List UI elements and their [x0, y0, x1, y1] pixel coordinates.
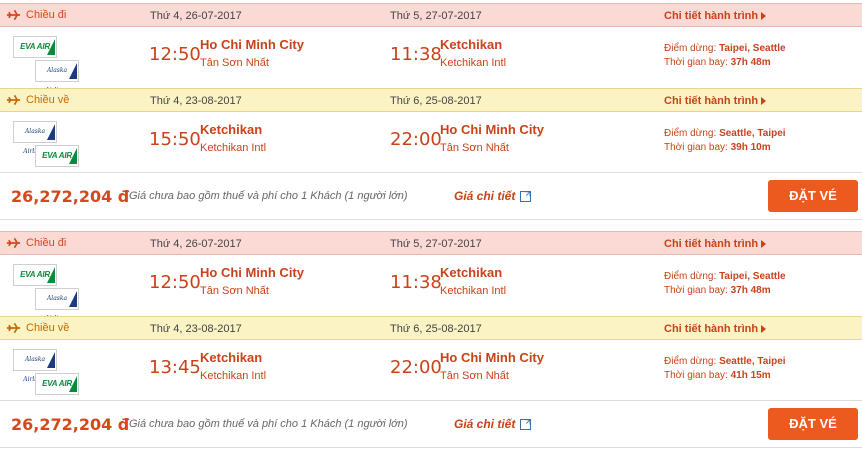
alaska-airlines-logo: Alaska Airlines [35, 288, 79, 322]
arrival-time: 22:00 [390, 357, 442, 378]
caret-right-icon [761, 325, 767, 333]
caret-right-icon [761, 240, 767, 248]
price-row: 26,272,204 đ Giá chưa bao gồm thuế và ph… [0, 400, 862, 448]
arrival-city: Ho Chi Minh City [440, 350, 544, 365]
outbound-leg: EVA AIR Alaska Airlines 12:50 Ho Chi Min… [0, 27, 862, 94]
airline-logos: EVA AIR Alaska Airlines [13, 36, 79, 94]
price-note: Giá chưa bao gồm thuế và phí cho 1 Khách… [129, 418, 408, 430]
arrival-airport: Ketchikan Intl [440, 57, 507, 69]
itinerary-detail-label: Chi tiết hành trình [664, 323, 759, 335]
itinerary-detail-label: Chi tiết hành trình [664, 95, 759, 107]
departure-time: 13:45 [149, 357, 201, 378]
arrival-date: Thứ 5, 27-07-2017 [390, 238, 482, 250]
total-price: 26,272,204 đ [11, 187, 130, 206]
price-detail-link[interactable]: Giá chi tiết [454, 189, 532, 203]
caret-right-icon [761, 12, 767, 20]
stops-info: Điểm dừng: Taipei, Seattle [664, 43, 786, 54]
departure-date: Thứ 4, 26-07-2017 [150, 238, 242, 250]
departure-city: Ketchikan [200, 350, 263, 365]
arrival-airport: Ketchikan Intl [440, 285, 507, 297]
outbound-header: Chiều đi Thứ 4, 26-07-2017 Thứ 5, 27-07-… [0, 3, 862, 27]
airline-logos: Alaska Airlines EVA AIR [13, 349, 79, 395]
plane-icon [6, 237, 21, 249]
price-note: Giá chưa bao gồm thuế và phí cho 1 Khách… [129, 190, 408, 202]
departure-airport: Ketchikan Intl [200, 142, 267, 154]
itinerary-detail-link[interactable]: Chi tiết hành trình [664, 323, 767, 335]
arrival-airport: Tân Sơn Nhất [440, 142, 509, 154]
itinerary-detail-link[interactable]: Chi tiết hành trình [664, 10, 767, 22]
stops-info: Điểm dừng: Seattle, Taipei [664, 356, 786, 367]
book-button[interactable]: ĐẶT VÉ [768, 180, 858, 212]
departure-city: Ketchikan [200, 122, 263, 137]
flight-duration: Thời gian bay: 37h 48m [664, 285, 771, 296]
arrival-airport: Tân Sơn Nhất [440, 370, 509, 382]
flight-duration: Thời gian bay: 37h 48m [664, 57, 771, 68]
departure-airport: Tân Sơn Nhất [200, 285, 269, 297]
itinerary-detail-label: Chi tiết hành trình [664, 10, 759, 22]
flight-duration: Thời gian bay: 39h 10m [664, 142, 771, 153]
price-detail-label: Giá chi tiết [454, 417, 516, 431]
itinerary-detail-label: Chi tiết hành trình [664, 238, 759, 250]
price-detail-link[interactable]: Giá chi tiết [454, 417, 532, 431]
eva-air-logo: EVA AIR [13, 36, 57, 58]
book-button[interactable]: ĐẶT VÉ [768, 408, 858, 440]
inbound-tag: Chiều về [6, 94, 69, 106]
departure-time: 12:50 [149, 44, 201, 65]
plane-icon [6, 94, 21, 106]
total-price: 26,272,204 đ [11, 415, 130, 434]
airline-logos: EVA AIR Alaska Airlines [13, 264, 79, 322]
departure-city: Ho Chi Minh City [200, 265, 304, 280]
arrival-city: Ketchikan [440, 37, 503, 52]
inbound-leg: Alaska Airlines EVA AIR 13:45 Ketchikan … [0, 340, 862, 402]
alaska-airlines-logo: Alaska Airlines [13, 349, 57, 383]
plane-icon [6, 322, 21, 334]
arrival-city: Ho Chi Minh City [440, 122, 544, 137]
price-detail-label: Giá chi tiết [454, 189, 516, 203]
arrival-time: 22:00 [390, 129, 442, 150]
alaska-airlines-logo: Alaska Airlines [13, 121, 57, 155]
caret-right-icon [761, 97, 767, 105]
inbound-leg: Alaska Airlines EVA AIR 15:50 Ketchikan … [0, 112, 862, 174]
stops-info: Điểm dừng: Seattle, Taipei [664, 128, 786, 139]
alaska-airlines-logo: Alaska Airlines [35, 60, 79, 94]
departure-time: 12:50 [149, 272, 201, 293]
eva-air-logo: EVA AIR [13, 264, 57, 286]
departure-time: 15:50 [149, 129, 201, 150]
flight-duration: Thời gian bay: 41h 15m [664, 370, 771, 381]
outbound-label: Chiều đi [26, 9, 67, 21]
departure-airport: Ketchikan Intl [200, 370, 267, 382]
outbound-tag: Chiều đi [6, 237, 66, 249]
price-row: 26,272,204 đ Giá chưa bao gồm thuế và ph… [0, 172, 862, 220]
arrival-time: 11:38 [390, 272, 442, 293]
itinerary-detail-link[interactable]: Chi tiết hành trình [664, 95, 767, 107]
airline-logos: Alaska Airlines EVA AIR [13, 121, 79, 167]
external-link-icon [520, 418, 532, 430]
stops-info: Điểm dừng: Taipei, Seattle [664, 271, 786, 282]
arrival-date: Thứ 6, 25-08-2017 [390, 323, 482, 335]
inbound-tag: Chiều về [6, 322, 69, 334]
inbound-header: Chiều về Thứ 4, 23-08-2017 Thứ 6, 25-08-… [0, 88, 862, 112]
arrival-time: 11:38 [390, 44, 442, 65]
eva-air-logo: EVA AIR [35, 373, 79, 395]
eva-air-logo: EVA AIR [35, 145, 79, 167]
outbound-leg: EVA AIR Alaska Airlines 12:50 Ho Chi Min… [0, 255, 862, 322]
inbound-label: Chiều về [26, 94, 70, 106]
inbound-header: Chiều về Thứ 4, 23-08-2017 Thứ 6, 25-08-… [0, 316, 862, 340]
departure-date: Thứ 4, 26-07-2017 [150, 10, 242, 22]
external-link-icon [520, 190, 532, 202]
inbound-label: Chiều về [26, 322, 70, 334]
departure-airport: Tân Sơn Nhất [200, 57, 269, 69]
arrival-city: Ketchikan [440, 265, 503, 280]
departure-date: Thứ 4, 23-08-2017 [150, 323, 242, 335]
arrival-date: Thứ 6, 25-08-2017 [390, 95, 482, 107]
departure-city: Ho Chi Minh City [200, 37, 304, 52]
arrival-date: Thứ 5, 27-07-2017 [390, 10, 482, 22]
departure-date: Thứ 4, 23-08-2017 [150, 95, 242, 107]
plane-icon [6, 9, 21, 21]
outbound-tag: Chiều đi [6, 9, 66, 21]
outbound-header: Chiều đi Thứ 4, 26-07-2017 Thứ 5, 27-07-… [0, 231, 862, 255]
outbound-label: Chiều đi [26, 237, 67, 249]
itinerary-detail-link[interactable]: Chi tiết hành trình [664, 238, 767, 250]
